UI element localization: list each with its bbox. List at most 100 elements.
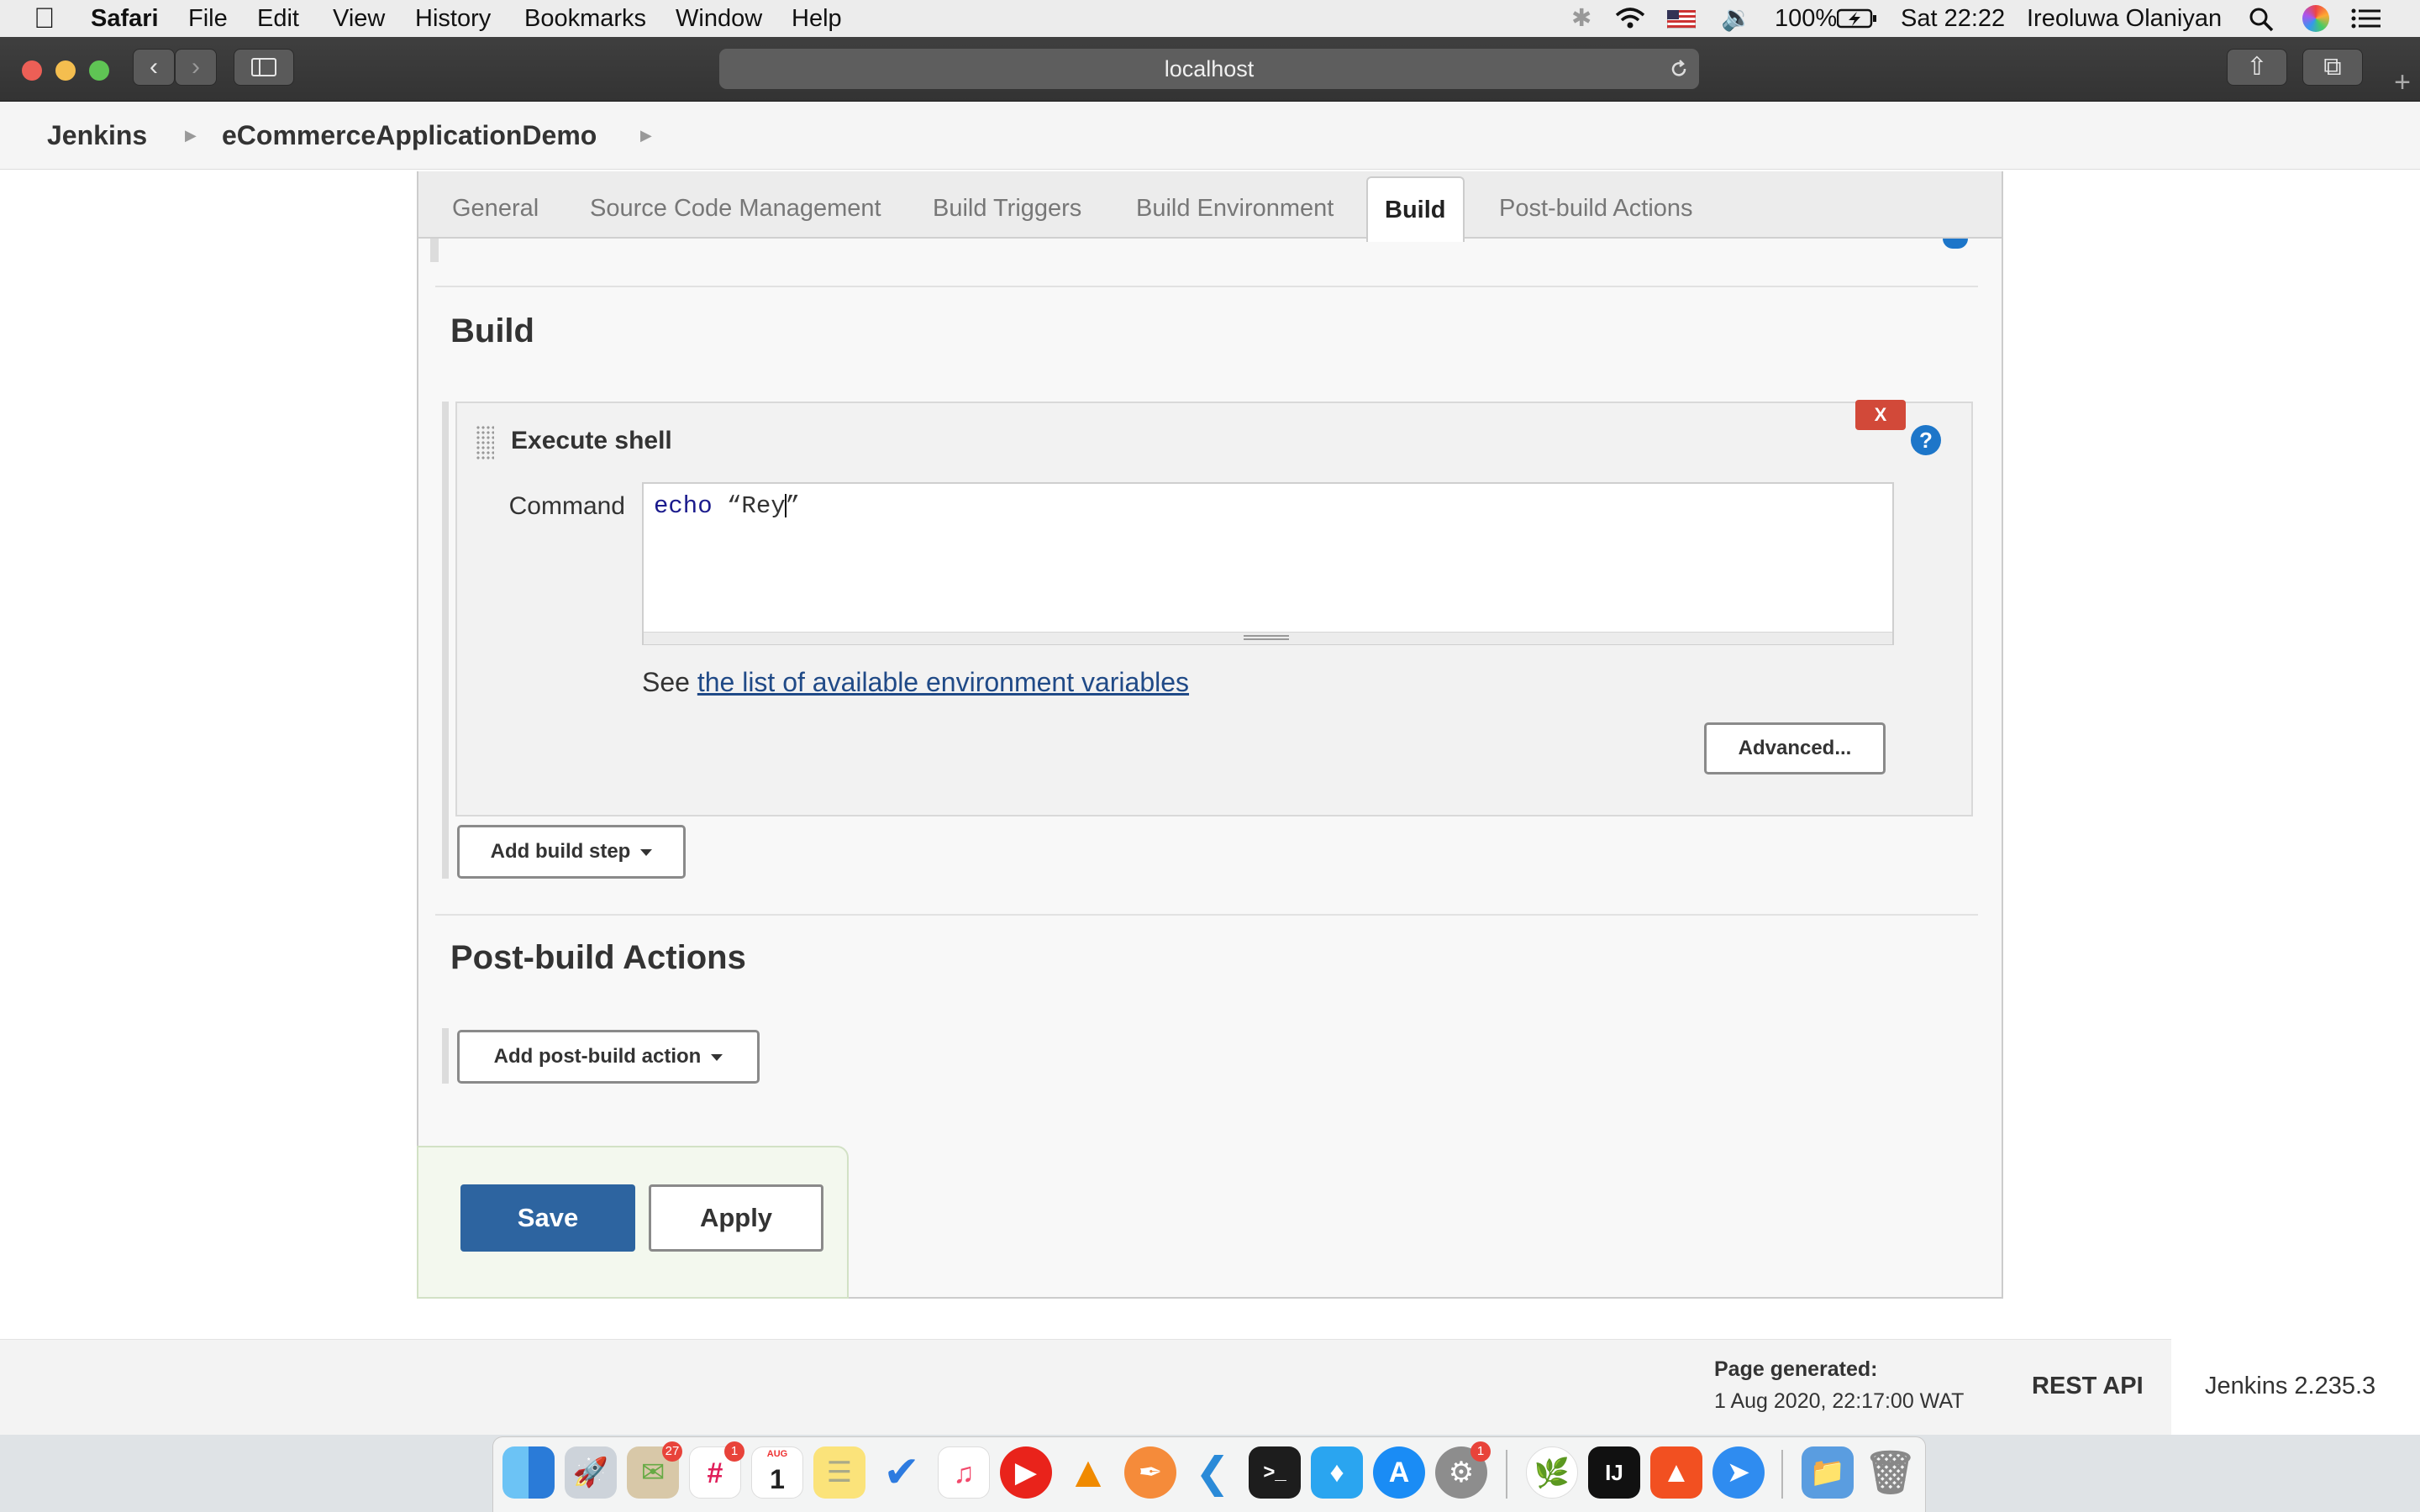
advanced-button[interactable]: Advanced... [1704, 722, 1886, 774]
sidebar-toggle-button[interactable] [234, 49, 294, 86]
post-build-gutter [442, 1028, 449, 1084]
see-prefix: See [642, 667, 690, 697]
tab-overview-button[interactable]: ⧉ [2302, 49, 2363, 86]
tab-build-environment[interactable]: Build Environment [1136, 171, 1334, 239]
env-vars-link[interactable]: the list of available environment variab… [697, 667, 1189, 697]
rest-api-link[interactable]: REST API [2032, 1373, 2144, 1400]
notes-icon[interactable]: ☰ [813, 1446, 865, 1499]
music-icon[interactable]: ♫ [938, 1446, 990, 1499]
forward-button[interactable]: › [175, 49, 217, 86]
menu-edit[interactable]: Edit [257, 0, 299, 37]
breadcrumb-project[interactable]: eCommerceApplicationDemo [222, 102, 597, 169]
section-divider [435, 286, 1978, 287]
share-button[interactable]: ⇧ [2227, 49, 2287, 86]
add-build-step-button[interactable]: Add build step [457, 825, 686, 879]
todo-icon[interactable]: ✔ [876, 1446, 928, 1499]
video-player-icon[interactable]: ▶ [1000, 1446, 1052, 1499]
jenkins-version-link[interactable]: Jenkins 2.235.3 [2205, 1373, 2375, 1400]
tab-post-build-actions[interactable]: Post-build Actions [1499, 171, 1693, 239]
twitter-icon[interactable]: ♦ [1311, 1446, 1363, 1499]
calendar-icon[interactable]: AUG 1 [751, 1446, 803, 1499]
slack-badge: 1 [724, 1441, 744, 1462]
dock-divider [1781, 1450, 1783, 1499]
minimize-window-button[interactable] [55, 60, 76, 81]
mail-badge: 27 [662, 1441, 682, 1462]
breadcrumb-arrow-icon[interactable]: ▶ [640, 102, 652, 169]
save-button[interactable]: Save [460, 1184, 635, 1252]
tabs-icon: ⧉ [2323, 53, 2342, 81]
close-window-button[interactable] [22, 60, 42, 81]
pen-tool-icon[interactable]: ✒ [1124, 1446, 1176, 1499]
chevron-down-icon [711, 1053, 723, 1061]
step-title: Execute shell [511, 427, 672, 454]
page-generated-label: Page generated: [1714, 1357, 1878, 1381]
tab-build-triggers[interactable]: Build Triggers [933, 171, 1081, 239]
tab-source-code-management[interactable]: Source Code Management [590, 171, 881, 239]
menu-history[interactable]: History [415, 0, 491, 37]
add-post-build-action-label: Add post-build action [493, 1045, 702, 1068]
vlc-icon[interactable]: ▲ [1062, 1446, 1114, 1499]
menu-clock[interactable]: Sat 22:22 [1901, 0, 2005, 37]
chevron-left-icon: ‹ [150, 53, 158, 81]
downloads-folder-icon[interactable]: 📁 [1802, 1446, 1854, 1499]
menu-bookmarks[interactable]: Bookmarks [524, 0, 646, 37]
mongodb-icon[interactable]: 🌿 [1526, 1446, 1578, 1499]
us-flag-icon[interactable] [1667, 10, 1696, 29]
menu-user[interactable]: Ireoluwa Olaniyan [2027, 0, 2222, 37]
menu-help[interactable]: Help [792, 0, 842, 37]
brave-icon[interactable]: ▲ [1650, 1446, 1702, 1499]
config-tabs: General Source Code Management Build Tri… [418, 171, 2002, 242]
resize-grip-icon[interactable] [1244, 635, 1289, 640]
spotlight-search-icon[interactable] [2249, 7, 2274, 32]
volume-icon[interactable]: 🔉 [1721, 0, 1752, 37]
launchpad-icon[interactable]: 🚀 [565, 1446, 617, 1499]
breadcrumb-jenkins[interactable]: Jenkins [47, 102, 147, 169]
section-divider [435, 914, 1978, 916]
breadcrumb: Jenkins ▶ eCommerceApplicationDemo ▶ [0, 102, 2420, 170]
drag-handle-icon[interactable] [476, 425, 494, 460]
env-vars-hint: See the list of available environment va… [642, 667, 1189, 698]
vscode-icon[interactable]: ❮ [1186, 1446, 1239, 1499]
finder-icon[interactable] [502, 1446, 555, 1499]
notification-center-icon[interactable] [2351, 8, 2381, 29]
zoom-window-button[interactable] [89, 60, 109, 81]
tab-general[interactable]: General [452, 171, 539, 239]
command-text-after-cursor: ” [785, 492, 801, 520]
new-tab-button[interactable]: + [2385, 66, 2420, 101]
add-post-build-action-button[interactable]: Add post-build action [457, 1030, 760, 1084]
command-text[interactable]: echo “Rey” [654, 492, 800, 520]
post-build-section-title: Post-build Actions [450, 939, 746, 976]
command-label: Command [508, 492, 625, 520]
bluetooth-icon[interactable]: ✱ [1571, 0, 1591, 37]
command-textarea[interactable] [642, 482, 1894, 645]
apply-button[interactable]: Apply [649, 1184, 823, 1252]
tab-build[interactable]: Build [1366, 176, 1465, 242]
breadcrumb-arrow-icon[interactable]: ▶ [185, 102, 197, 169]
menu-window[interactable]: Window [676, 0, 762, 37]
page-generated-time: 1 Aug 2020, 22:17:00 WAT [1714, 1389, 1965, 1413]
calendar-day: 1 [770, 1464, 785, 1494]
build-step-gutter [442, 402, 449, 879]
app-store-icon[interactable]: A [1373, 1446, 1425, 1499]
menu-app-name[interactable]: Safari [91, 0, 159, 37]
intellij-icon[interactable]: IJ [1588, 1446, 1640, 1499]
delete-step-button[interactable]: X [1855, 400, 1906, 430]
battery-percent[interactable]: 100% [1775, 0, 1837, 37]
siri-icon[interactable] [2302, 5, 2329, 32]
help-icon[interactable]: ? [1911, 425, 1941, 455]
menu-file[interactable]: File [188, 0, 228, 37]
safari-icon[interactable]: ➤ [1712, 1446, 1765, 1499]
reload-icon[interactable] [1669, 59, 1689, 79]
chevron-right-icon: › [192, 53, 200, 81]
back-button[interactable]: ‹ [133, 49, 175, 86]
address-bar[interactable]: localhost [719, 49, 1699, 89]
share-icon: ⇧ [2246, 53, 2268, 81]
battery-icon[interactable] [1837, 8, 1877, 29]
add-build-step-label: Add build step [490, 840, 631, 863]
apple-menu-icon[interactable]:  [34, 0, 55, 37]
command-keyword: echo [654, 492, 713, 520]
terminal-icon[interactable]: >_ [1249, 1446, 1301, 1499]
trash-icon[interactable]: 🗑 [1864, 1446, 1917, 1499]
menu-view[interactable]: View [333, 0, 385, 37]
wifi-icon[interactable] [1613, 7, 1647, 30]
